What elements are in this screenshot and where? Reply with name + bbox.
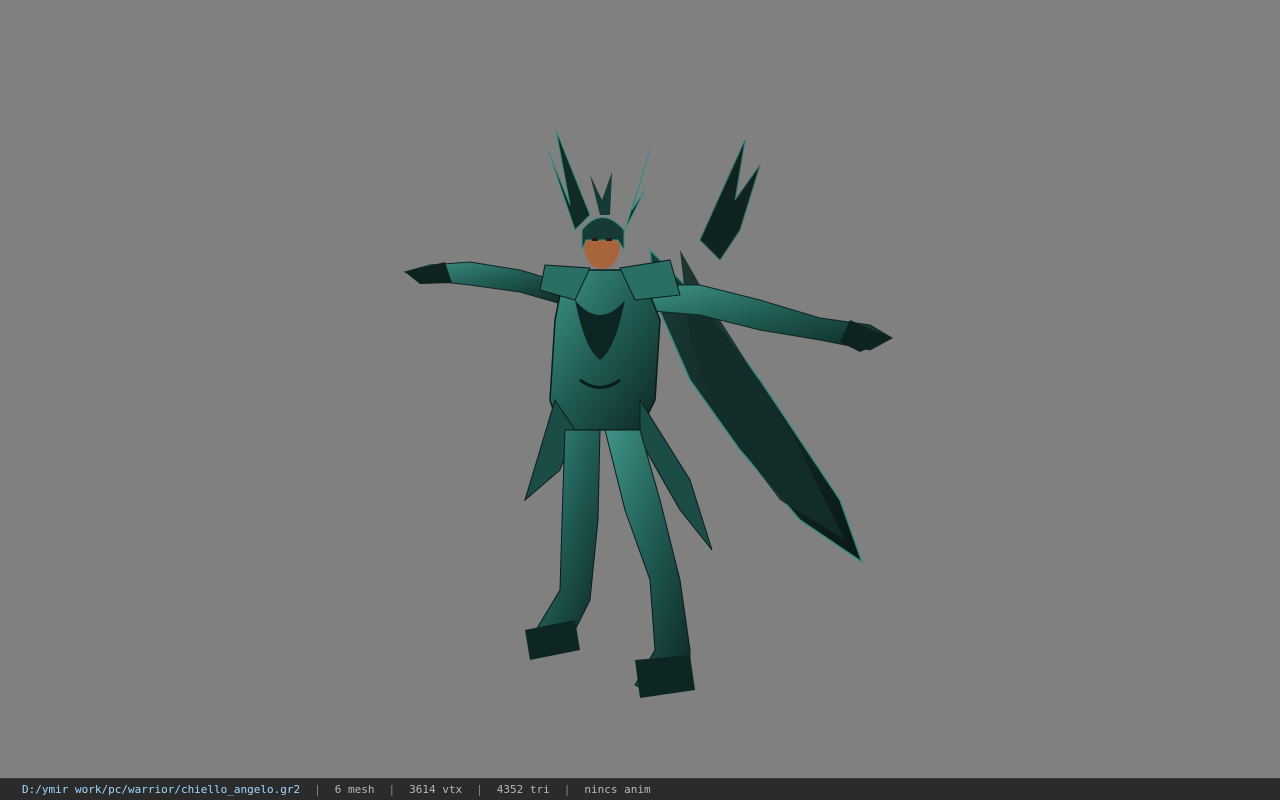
character-model[interactable] — [0, 0, 1280, 778]
separator: | — [563, 783, 571, 796]
separator: | — [314, 783, 321, 796]
triangle-count: 4352 tri — [496, 783, 550, 796]
status-bar: D:/ymir work/pc/warrior/chiello_angelo.g… — [0, 778, 1280, 800]
vertex-count: 3614 vtx — [409, 783, 463, 796]
mesh-count: 6 mesh — [334, 783, 375, 796]
3d-viewport[interactable] — [0, 0, 1280, 778]
file-path: D:/ymir work/pc/warrior/chiello_angelo.g… — [22, 783, 301, 796]
animation-status: nincs anim — [584, 783, 651, 796]
head — [581, 217, 625, 269]
separator: | — [388, 783, 396, 796]
separator: | — [476, 783, 483, 796]
